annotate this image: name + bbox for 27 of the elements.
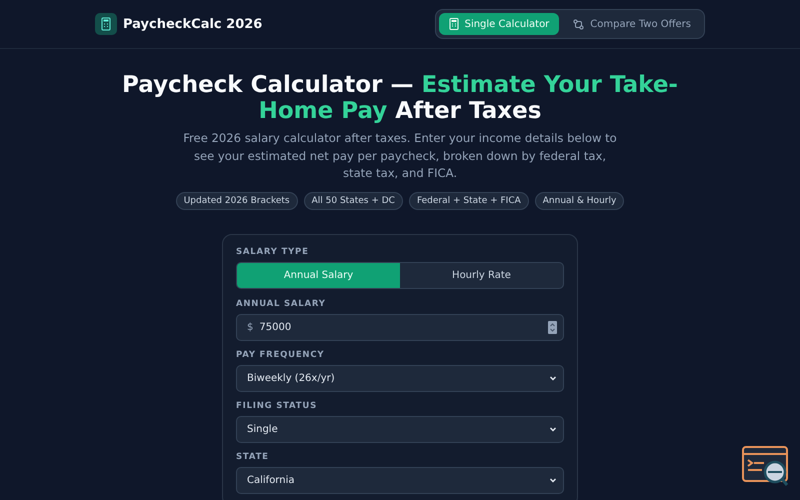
nav-tab[interactable]: Compare Two Offers [563, 13, 701, 35]
salary-type-option[interactable]: Hourly Rate [400, 262, 563, 288]
field-label: SALARY TYPE [236, 246, 310, 258]
brand-name: PaycheckCalc 2026 [123, 16, 262, 32]
spinner-icon[interactable] [548, 320, 557, 334]
calculator-logo-icon [95, 13, 117, 35]
feature-badge: Annual & Hourly [534, 192, 624, 210]
currency-prefix: $ [247, 322, 254, 332]
swap-icon [573, 18, 584, 30]
page-subtitle: Free 2026 salary calculator after taxes. Enter your income details below to see your estimated net pay per paycheck, broken down by federal tax, state tax, and FICA. [182, 130, 618, 182]
salary-input[interactable]: $ 75000 [236, 314, 564, 340]
page-title: Paycheck Calculator — Estimate Your Take-Home Pay After Taxes [121, 72, 679, 124]
field-label: PAY FREQUENCY [236, 350, 326, 360]
field-label: STATE [236, 452, 270, 462]
select-field[interactable]: Single [236, 416, 564, 442]
chevron-down-icon [549, 374, 557, 382]
terminal-search-icon[interactable] [742, 446, 790, 488]
feature-badge: Federal + State + FICA [408, 192, 529, 210]
chevron-down-icon [549, 425, 557, 433]
feature-badge: All 50 States + DC [304, 192, 403, 210]
select-field[interactable]: California [236, 466, 564, 494]
select-field[interactable]: Biweekly (26x/yr) [236, 364, 564, 392]
feature-badge: Updated 2026 Brackets [176, 192, 298, 210]
chevron-down-icon [549, 476, 557, 484]
calculator-icon [448, 18, 459, 30]
field-label: FILING STATUS [236, 400, 318, 412]
field-label: ANNUAL SALARY [236, 298, 327, 310]
